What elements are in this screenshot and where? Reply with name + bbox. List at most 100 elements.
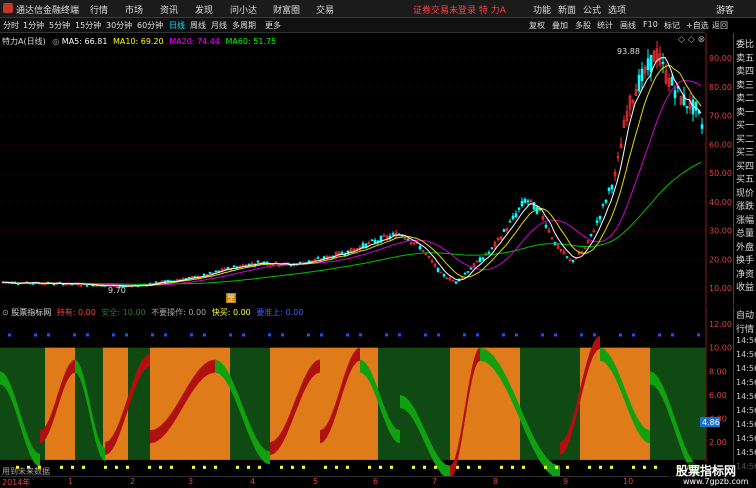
tab-daily[interactable]: 日线: [169, 20, 185, 31]
warning-dot: [125, 333, 128, 337]
buy-dot: [511, 465, 514, 469]
sidebar-item-7: 买二: [736, 134, 755, 145]
tab-30min[interactable]: 30分钟: [106, 20, 132, 31]
menu-function[interactable]: 功能: [533, 3, 551, 16]
candle-body: [544, 225, 548, 228]
multi-stock-button[interactable]: 多股: [575, 20, 591, 31]
warning-dot: [229, 333, 232, 337]
candle-body: [31, 283, 35, 285]
price-chart[interactable]: 90.00 80.00 70.00 60.00 50.00 40.00 30.00 20.00…: [0, 33, 733, 305]
indicator-current-value: 4.86: [702, 418, 720, 427]
menu-discover[interactable]: 发现: [195, 3, 213, 16]
indicator-tick-label: 12.00: [709, 320, 732, 329]
time-label-4: 4: [250, 477, 256, 486]
candle-body: [298, 261, 302, 264]
f10-button[interactable]: F10: [643, 20, 658, 29]
warning-dot: [190, 333, 193, 337]
app-logo-icon: [3, 3, 13, 13]
candle-body: [373, 240, 377, 243]
watermark-url: www.7gpzb.com: [683, 477, 749, 486]
tab-intraday[interactable]: 分时: [3, 20, 19, 31]
buy-dot: [610, 465, 613, 469]
candle-body: [370, 239, 374, 242]
overlay-button[interactable]: 叠加: [552, 20, 568, 31]
candle-body: [589, 233, 593, 236]
draw-line-button[interactable]: 画线: [620, 20, 636, 31]
tab-15min[interactable]: 15分钟: [75, 20, 101, 31]
indicator-tick-label: 8.00: [709, 367, 727, 376]
candle-body: [289, 264, 293, 267]
candle-body: [232, 265, 236, 268]
menu-formula[interactable]: 公式: [583, 3, 601, 16]
candle-body: [208, 272, 212, 274]
menu-ask[interactable]: 问小达: [230, 3, 257, 16]
candle-body: [610, 185, 614, 190]
time-label-10: 10: [623, 477, 634, 486]
add-favorite-button[interactable]: +自选: [686, 20, 709, 31]
sidebar-item-2: 卖四: [736, 67, 755, 77]
buy-dot: [280, 465, 283, 469]
tab-more[interactable]: 更多: [265, 20, 281, 31]
menu-options[interactable]: 选项: [608, 3, 626, 16]
candle-body: [649, 54, 653, 73]
tab-multi-period[interactable]: 多周期: [232, 20, 256, 31]
hold-value: 持有: 0.00: [56, 308, 96, 317]
signal-band: [650, 347, 706, 460]
warning-dot: [593, 333, 596, 337]
warning-dot: [476, 333, 479, 337]
buy-dot: [500, 465, 503, 469]
stats-button[interactable]: 统计: [597, 20, 613, 31]
sidebar-item-15: 外盘: [736, 242, 755, 253]
tab-1min[interactable]: 1分钟: [23, 20, 44, 31]
mark-button[interactable]: 标记: [664, 20, 680, 31]
buy-dot: [434, 465, 437, 469]
warning-dot: [580, 333, 583, 337]
warning-dot: [73, 333, 76, 337]
tab-weekly[interactable]: 周线: [190, 20, 206, 31]
sidebar-item-16: 换手: [736, 256, 755, 266]
back-button[interactable]: 返回: [712, 20, 728, 31]
menu-quotes[interactable]: 行情: [90, 3, 108, 16]
app-name: 通达信金融终端: [16, 6, 80, 16]
tab-60min[interactable]: 60分钟: [137, 20, 163, 31]
indicator-settings-icon[interactable]: ⊙: [2, 308, 9, 317]
menu-market[interactable]: 市场: [125, 3, 143, 16]
price-tick-label: 60.00: [709, 140, 732, 149]
candle-body: [466, 271, 470, 273]
menu-wealth[interactable]: 财富圈: [273, 3, 300, 16]
restore-rights-button[interactable]: 复权: [529, 20, 545, 31]
safe-value: 安全: 10.00: [101, 308, 146, 317]
signal-band: [0, 347, 45, 460]
price-tick-label: 90.00: [709, 54, 732, 63]
menu-trade[interactable]: 交易: [316, 3, 334, 16]
menu-news[interactable]: 资讯: [160, 3, 178, 16]
warning-dot: [541, 333, 544, 337]
warning-dot: [268, 333, 271, 337]
warning-dot: [658, 333, 661, 337]
time-label-9: 9: [563, 477, 569, 486]
time-label-2: 2: [130, 477, 136, 486]
indicator-chart[interactable]: 12.0010.008.006.004.002.00 4.86: [0, 306, 733, 476]
buy-dot: [126, 465, 129, 469]
candle-body: [502, 229, 506, 232]
tick-item-7: 14:56: [736, 406, 756, 415]
tab-5min[interactable]: 5分钟: [49, 20, 70, 31]
candle-body: [202, 273, 206, 276]
buy-dot: [324, 465, 327, 469]
candle-body: [601, 204, 605, 206]
tab-monthly[interactable]: 月线: [211, 20, 227, 31]
guest-label[interactable]: 游客: [716, 3, 734, 16]
candle-body: [646, 58, 650, 71]
candle-body: [256, 260, 260, 263]
warning-dot: [47, 333, 50, 337]
signal-band: [580, 347, 650, 460]
menu-new[interactable]: 新面: [558, 3, 576, 16]
indicator-tick-label: 2.00: [709, 438, 727, 447]
time-label-0: 2014年: [2, 478, 31, 487]
candle-body: [490, 247, 494, 249]
candle-body: [571, 259, 575, 262]
buy-dot: [335, 465, 338, 469]
warning-dot: [463, 333, 466, 337]
chart-options-icon[interactable]: ◇ ◇ ⊗: [678, 35, 705, 45]
warning-dot: [164, 333, 167, 337]
